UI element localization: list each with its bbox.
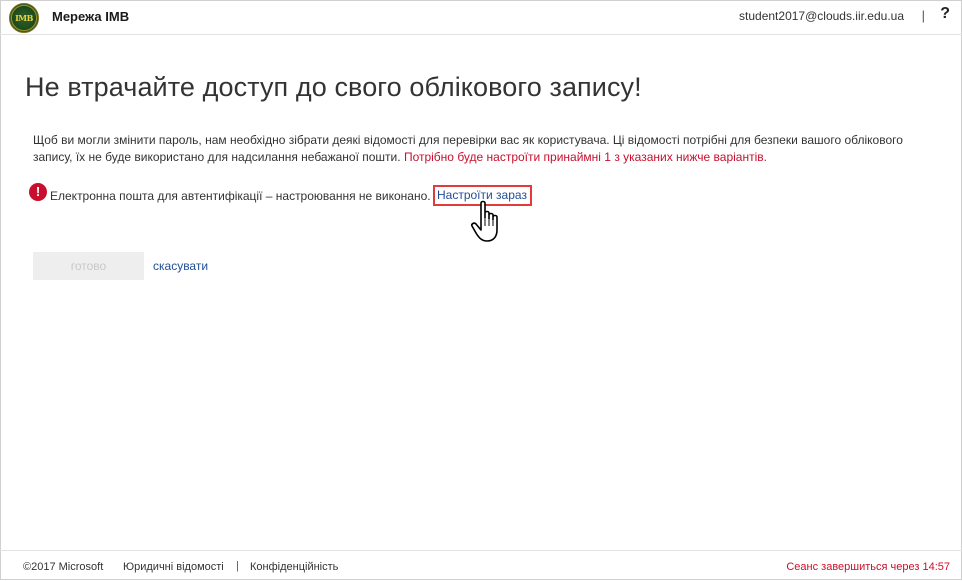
footer: ©2017 Microsoft Юридичні відомості | Кон…: [0, 550, 962, 581]
imb-logo-icon: IMB: [9, 3, 39, 33]
session-timer: Сеанс завершиться через 14:57: [786, 561, 950, 573]
header-separator: |: [921, 8, 925, 23]
org-name: Мережа IMB: [52, 9, 130, 24]
description-warning: Потрібно буде настроїти принаймні 1 з ук…: [403, 150, 767, 164]
legal-link[interactable]: Юридичні відомості: [123, 561, 224, 573]
logo-text: IMB: [15, 13, 33, 23]
alert-icon: !: [29, 183, 47, 201]
done-button[interactable]: готово: [33, 252, 144, 280]
privacy-link[interactable]: Конфіденційність: [250, 561, 338, 573]
cancel-link[interactable]: скасувати: [153, 259, 208, 273]
description: Щоб ви могли змінити пароль, нам необхід…: [33, 132, 933, 166]
user-email[interactable]: student2017@clouds.iir.edu.ua: [739, 9, 904, 23]
auth-method-status: Електронна пошта для автентифікації – на…: [50, 189, 431, 203]
top-bar: IMB Мережа IMB student2017@clouds.iir.ed…: [0, 0, 962, 35]
page-title: Не втрачайте доступ до свого облікового …: [25, 72, 642, 102]
footer-separator: |: [236, 560, 239, 572]
copyright: ©2017 Microsoft: [23, 561, 104, 573]
help-button[interactable]: ?: [940, 5, 950, 23]
hand-pointer-icon: [471, 200, 498, 242]
